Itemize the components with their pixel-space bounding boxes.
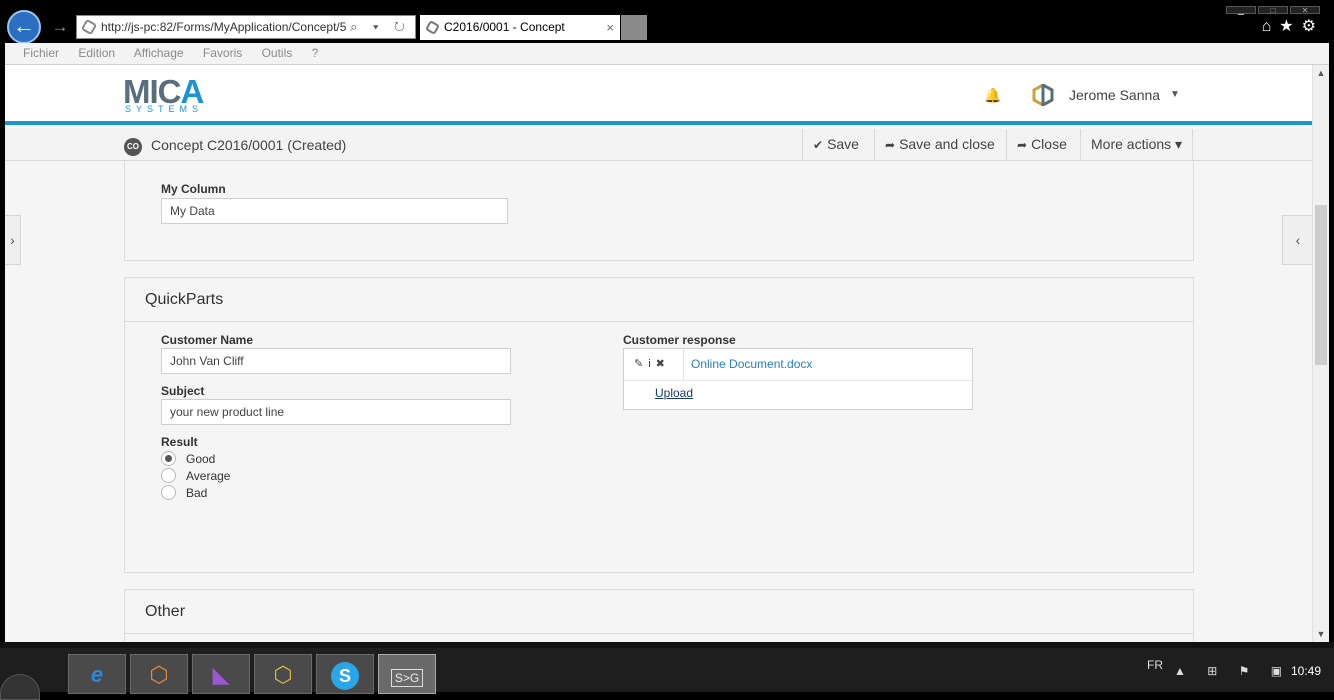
start-button[interactable] [0,674,40,700]
save-close-icon: ➦ [885,138,896,152]
close-button[interactable]: ➦ Close [1006,129,1077,160]
menu-favoris[interactable]: Favoris [203,46,242,60]
user-menu-caret-icon[interactable]: ▼ [1170,89,1180,100]
left-panel-toggle-icon[interactable]: › [5,215,21,265]
clock[interactable]: 10:49 [1291,664,1321,678]
new-tab-button[interactable] [621,15,647,40]
upload-link[interactable]: Upload [655,386,693,400]
site-icon [80,18,98,36]
back-button[interactable]: ← [7,10,41,44]
url-text[interactable]: http://js-pc:82/Forms/MyApplication/Conc… [101,16,363,38]
attachment-box: ✎i✖ Online Document.docx Upload [623,348,973,410]
menu-edition[interactable]: Edition [78,46,115,60]
result-radio-bad[interactable]: Bad [161,485,207,500]
windows-taskbar: e ⬡ ◣ ⬡ S S>G FR ▲ ⊞ ⚑ ▣ 10:49 [0,642,1334,700]
address-tools-icon[interactable]: ⌕ ▾ ↻ [350,16,411,38]
scroll-up-icon[interactable]: ▲ [1313,65,1329,81]
page-viewport: MICA SYSTEMS 🔔 Jerome Sanna ▼ CO Concept… [5,65,1329,642]
powershell-glyph: S>G [390,669,424,687]
address-bar[interactable]: http://js-pc:82/Forms/MyApplication/Conc… [76,15,416,39]
document-title: Concept C2016/0001 (Created) [151,137,347,153]
edit-info-delete-icons[interactable]: ✎i✖ [624,349,684,380]
menu-help[interactable]: ? [312,46,319,60]
radio-average-label: Average [186,469,231,483]
my-column-label: My Column [161,182,226,196]
home-favorites-settings-icons[interactable]: ⌂★⚙ [1262,16,1324,36]
menu-fichier[interactable]: Fichier [23,46,59,60]
customer-name-label: Customer Name [161,333,254,347]
quickparts-title: QuickParts [125,278,1193,322]
customer-response-label: Customer response [623,333,736,347]
skype-glyph: S [331,662,359,691]
right-panel-toggle-icon[interactable]: ‹ [1282,215,1314,265]
result-radio-good[interactable]: Good [161,451,215,466]
taskbar-mica-icon[interactable]: ⬡ [130,654,188,694]
other-title: Other [125,590,1193,634]
save-and-close-label: Save and close [899,136,995,152]
bell-icon[interactable]: 🔔 [984,87,1001,104]
tab-title: C2016/0001 - Concept [444,20,565,34]
taskbar-mica-2-icon[interactable]: ⬡ [254,654,312,694]
app-header: MICA SYSTEMS 🔔 Jerome Sanna ▼ [5,65,1312,125]
taskbar-skype-icon[interactable]: S [316,654,374,694]
scroll-thumb[interactable] [1315,205,1327,365]
menu-bar: Fichier Edition Affichage Favoris Outils… [5,43,1329,65]
tab-close-icon[interactable]: × [606,15,614,40]
language-indicator[interactable]: FR [1147,658,1163,672]
attachment-divider [624,380,972,381]
radio-icon[interactable] [161,468,176,483]
customer-name-input[interactable]: John Van Cliff [161,348,511,374]
save-and-close-button[interactable]: ➦ Save and close [874,129,1005,160]
maximize-button[interactable]: □ [1258,6,1288,15]
user-avatar-icon[interactable] [1032,84,1054,106]
ie-glyph: e [90,662,104,687]
save-label: Save [827,136,859,152]
save-button[interactable]: ✔ Save [802,129,869,160]
radio-selected-icon[interactable] [161,451,176,466]
result-radio-average[interactable]: Average [161,468,230,483]
tab-icon [424,19,441,36]
check-icon: ✔ [813,138,824,152]
taskbar-ie-icon[interactable]: e [68,654,126,694]
panel-other: Other [124,589,1194,642]
close-window-button[interactable]: ✕ [1290,6,1320,15]
forward-button[interactable]: → [48,15,72,39]
minimize-button[interactable]: ▁ [1226,6,1256,15]
radio-bad-label: Bad [186,486,208,500]
document-toolbar: CO Concept C2016/0001 (Created) ✔ Save ➦ S… [5,129,1312,161]
window-controls: ▁ □ ✕ [1224,0,1334,15]
mica-glyph: ⬡ [149,662,169,687]
page-scrollbar[interactable]: ▲ ▼ [1312,65,1329,642]
document-type-badge: CO [124,138,142,156]
subject-input[interactable]: your new product line [161,399,511,425]
system-tray-icons[interactable]: ▲ ⊞ ⚑ ▣ [1174,664,1291,678]
panel-previous-section: My Column My Data [124,161,1194,261]
close-label: Close [1031,136,1067,152]
browser-chrome: ← → http://js-pc:82/Forms/MyApplication/… [0,0,1334,44]
radio-icon[interactable] [161,485,176,500]
taskbar-visual-studio-icon[interactable]: ◣ [192,654,250,694]
taskbar-powershell-icon[interactable]: S>G [378,654,436,694]
mica-2-glyph: ⬡ [273,662,293,687]
menu-outils[interactable]: Outils [262,46,293,60]
more-actions-button[interactable]: More actions ▾ [1080,129,1194,160]
close-doc-icon: ➦ [1017,138,1028,152]
my-column-input[interactable]: My Data [161,198,508,224]
logo-subtitle: SYSTEMS [125,104,204,114]
attachment-file-link[interactable]: Online Document.docx [691,349,812,380]
scroll-down-icon[interactable]: ▼ [1313,626,1329,642]
radio-good-label: Good [186,452,216,466]
vs-glyph: ◣ [212,662,230,687]
mica-logo[interactable]: MICA SYSTEMS [123,75,223,115]
panel-quickparts: QuickParts Customer Name John Van Cliff … [124,277,1194,573]
user-name[interactable]: Jerome Sanna [1069,87,1160,103]
subject-label: Subject [161,384,205,398]
browser-tab[interactable]: C2016/0001 - Concept × [420,15,620,40]
result-label: Result [161,435,198,449]
menu-affichage[interactable]: Affichage [134,46,184,60]
